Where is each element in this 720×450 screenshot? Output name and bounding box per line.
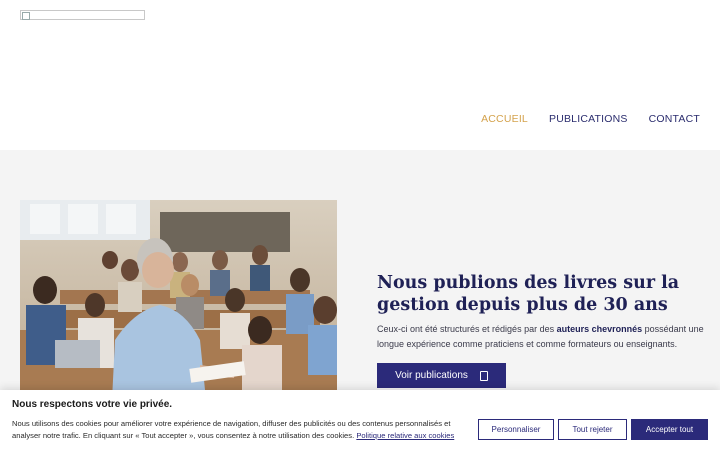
nav-item-accueil[interactable]: ACCUEIL xyxy=(481,113,528,125)
cookie-policy-link[interactable]: Politique relative aux cookies xyxy=(356,431,454,440)
cookie-banner: Nous respectons votre vie privée. Nous u… xyxy=(0,390,720,450)
accept-all-button[interactable]: Accepter tout xyxy=(631,419,708,440)
desc-bold-authors: auteurs chevronnés xyxy=(556,324,643,334)
site-header: ACCUEIL PUBLICATIONS CONTACT xyxy=(0,0,720,150)
reject-all-button[interactable]: Tout rejeter xyxy=(558,419,627,440)
cta-label: Voir publications xyxy=(395,370,468,381)
headline-line-1: Nous publions des livres sur la xyxy=(377,273,680,293)
view-publications-button[interactable]: Voir publications xyxy=(377,363,506,388)
hero-headline: Nous publions des livres sur la gestion … xyxy=(377,272,697,316)
hero-description: Ceux-ci ont été structurés et rédigés pa… xyxy=(377,322,707,352)
book-icon xyxy=(479,370,488,381)
nav-item-contact[interactable]: CONTACT xyxy=(649,113,700,125)
main-nav: ACCUEIL PUBLICATIONS CONTACT xyxy=(481,113,700,125)
customize-button[interactable]: Personnaliser xyxy=(478,419,554,440)
logo-broken-image[interactable] xyxy=(20,10,145,20)
nav-item-publications[interactable]: PUBLICATIONS xyxy=(549,113,628,125)
cookie-text: Nous utilisons des cookies pour améliore… xyxy=(12,418,472,442)
headline-line-2: gestion depuis plus de 30 ans xyxy=(377,295,668,315)
cookie-title: Nous respectons votre vie privée. xyxy=(12,399,173,410)
desc-text-start: Ceux-ci ont été structurés et rédigés pa… xyxy=(377,324,557,334)
